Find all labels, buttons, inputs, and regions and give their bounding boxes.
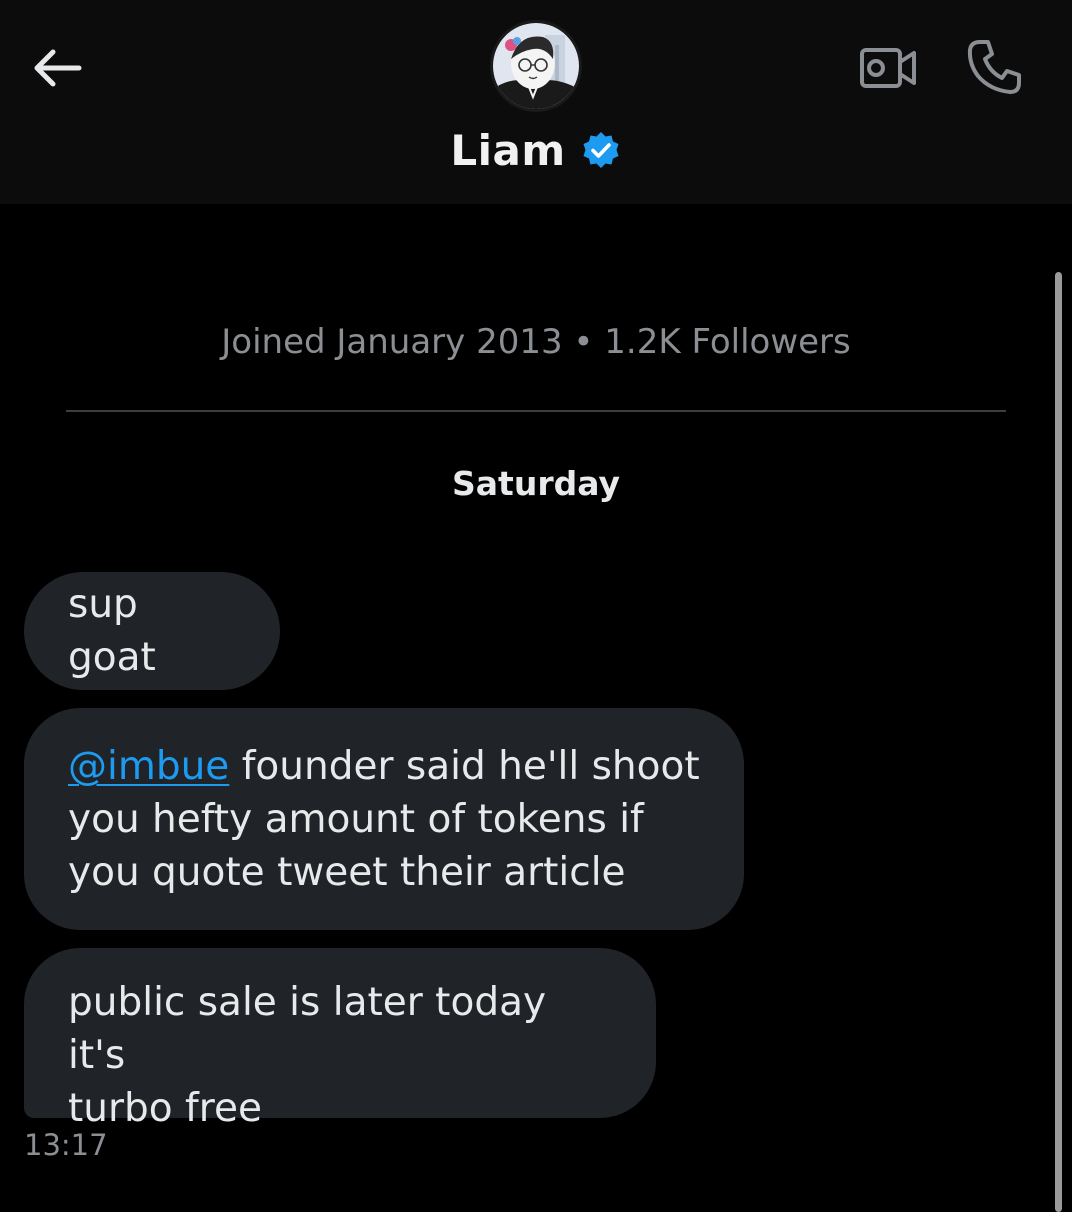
date-separator: Saturday <box>452 464 620 503</box>
phone-call-button[interactable] <box>958 34 1030 100</box>
message-text: sup goat <box>68 582 156 680</box>
message-line: you quote tweet their article <box>68 850 626 895</box>
joined-date: Joined January 2013 <box>221 322 563 362</box>
avatar[interactable] <box>490 20 582 112</box>
message-bubble[interactable]: public sale is later today it's turbo fr… <box>24 948 656 1131</box>
message-timestamp: 13:17 <box>24 1128 108 1162</box>
conversation-header: Liam <box>0 0 1072 204</box>
message-text: founder said he'll shoot <box>229 744 700 789</box>
meta-separator: • <box>562 322 605 362</box>
video-call-button[interactable] <box>852 38 924 98</box>
message-line: you hefty amount of tokens if <box>68 797 644 842</box>
message-line: @imbue founder said he'll shoot <box>68 740 700 793</box>
conversation-title[interactable]: Liam <box>0 126 1072 175</box>
verified-badge-icon <box>580 130 622 172</box>
contact-name: Liam <box>450 126 566 175</box>
scrollbar[interactable] <box>1055 272 1062 1212</box>
divider <box>66 410 1006 412</box>
video-camera-icon <box>860 48 916 88</box>
profile-summary: Joined January 2013 • 1.2K Followers <box>0 322 1072 362</box>
message-line: turbo free <box>68 1086 262 1131</box>
message-line: public sale is later today it's <box>68 980 547 1078</box>
back-button[interactable] <box>24 38 88 98</box>
avatar-image <box>493 23 579 109</box>
message-bubble[interactable]: @imbue founder said he'll shoot you heft… <box>24 708 744 930</box>
mention-link[interactable]: @imbue <box>68 744 229 789</box>
phone-icon <box>967 40 1021 94</box>
message-bubble[interactable]: sup goat <box>24 572 280 690</box>
arrow-left-icon <box>34 49 82 87</box>
followers-count: 1.2K Followers <box>604 322 851 362</box>
